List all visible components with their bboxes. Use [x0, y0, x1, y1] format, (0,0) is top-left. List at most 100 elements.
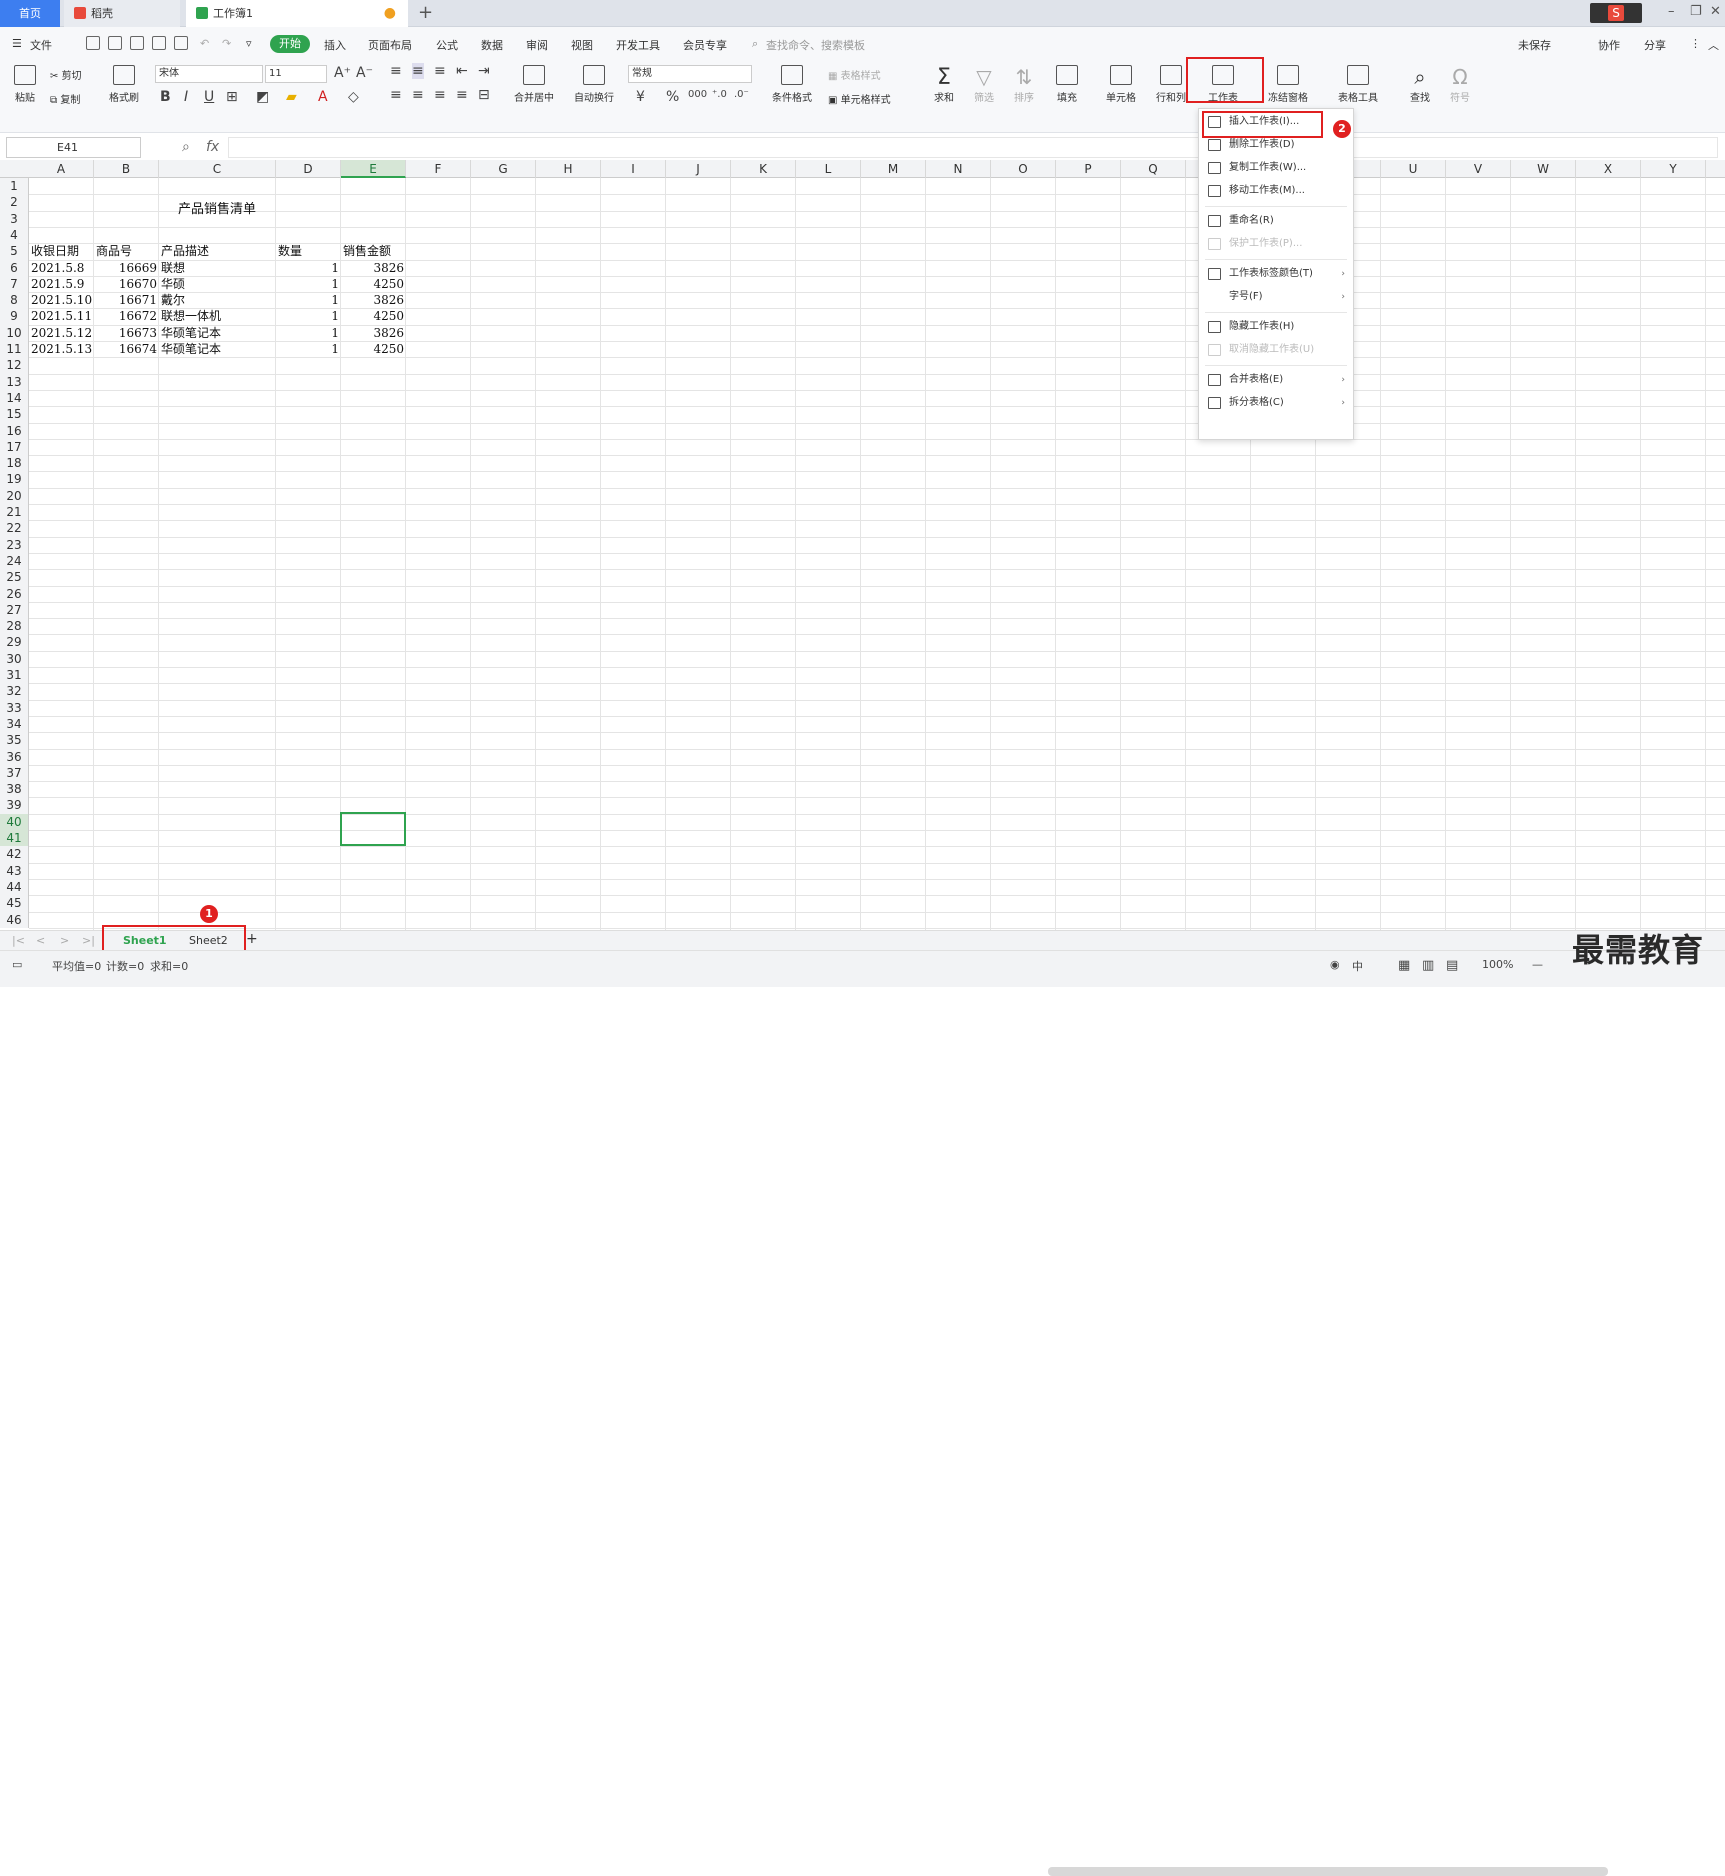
- ime-indicator[interactable]: 中: [1352, 958, 1363, 974]
- table-tools-button[interactable]: 表格工具: [1332, 65, 1384, 104]
- italic-icon[interactable]: I: [184, 89, 188, 105]
- cell-D6[interactable]: 1: [278, 260, 339, 276]
- currency-icon[interactable]: ¥: [636, 89, 645, 105]
- freeze-panes-button[interactable]: 冻结窗格: [1262, 65, 1314, 104]
- cell-A6[interactable]: 2021.5.8: [31, 260, 92, 276]
- cell-C9[interactable]: 联想一体机: [161, 308, 274, 324]
- cell-E8[interactable]: 3826: [343, 292, 404, 308]
- next-sheet-icon[interactable]: >: [60, 934, 69, 947]
- row-header-12[interactable]: 12: [0, 357, 28, 373]
- menu-item-4[interactable]: 重命名(R): [1199, 210, 1353, 232]
- cell-C11[interactable]: 华硕笔记本: [161, 341, 274, 357]
- export-icon[interactable]: [130, 36, 144, 50]
- merge-center-button[interactable]: 合并居中: [508, 65, 560, 104]
- find-button[interactable]: ⌕ 查找: [1404, 65, 1436, 104]
- row-header-5[interactable]: 5: [0, 243, 28, 259]
- cell-button[interactable]: 单元格: [1100, 65, 1142, 104]
- menu-item-10[interactable]: 合并表格(E) ›: [1199, 369, 1353, 391]
- column-header-W[interactable]: W: [1511, 160, 1576, 178]
- column-header-F[interactable]: F: [406, 160, 471, 178]
- selected-cell-E40-E41[interactable]: [340, 812, 406, 846]
- normal-view-icon[interactable]: ▦: [1398, 958, 1410, 973]
- row-header-37[interactable]: 37: [0, 765, 28, 781]
- column-header-B[interactable]: B: [94, 160, 159, 178]
- menu-dev-tools[interactable]: 开发工具: [616, 37, 660, 53]
- cell-D7[interactable]: 1: [278, 276, 339, 292]
- align-left-icon[interactable]: ≡: [390, 87, 402, 103]
- copy-button[interactable]: ⧉ 复制: [50, 91, 80, 106]
- conditional-format-button[interactable]: 条件格式: [766, 65, 818, 104]
- print-preview-icon[interactable]: [174, 36, 188, 50]
- row-header-33[interactable]: 33: [0, 700, 28, 716]
- row-header-35[interactable]: 35: [0, 732, 28, 748]
- cell-A11[interactable]: 2021.5.13: [31, 341, 92, 357]
- cell-B8[interactable]: 16671: [96, 292, 157, 308]
- font-name-select[interactable]: 宋体: [155, 65, 263, 83]
- cut-button[interactable]: ✂ 剪切: [50, 67, 82, 82]
- column-header-E[interactable]: E: [341, 160, 406, 178]
- save-icon[interactable]: [108, 36, 122, 50]
- table-style-button[interactable]: ▦ 表格样式: [828, 67, 881, 82]
- symbol-button[interactable]: Ω 符号: [1444, 65, 1476, 104]
- percent-icon[interactable]: %: [666, 89, 679, 105]
- row-header-46[interactable]: 46: [0, 912, 28, 928]
- column-header-D[interactable]: D: [276, 160, 341, 178]
- row-header-30[interactable]: 30: [0, 651, 28, 667]
- column-header-M[interactable]: M: [861, 160, 926, 178]
- align-bottom-icon[interactable]: ≡: [434, 63, 446, 79]
- cell-style-button[interactable]: ▣ 单元格样式: [828, 91, 891, 106]
- menu-member[interactable]: 会员专享: [683, 37, 727, 53]
- minimize-icon[interactable]: –: [1668, 4, 1675, 19]
- cell-E9[interactable]: 4250: [343, 308, 404, 324]
- cell-D9[interactable]: 1: [278, 308, 339, 324]
- column-header-L[interactable]: L: [796, 160, 861, 178]
- menu-item-11[interactable]: 拆分表格(C) ›: [1199, 392, 1353, 414]
- row-header-20[interactable]: 20: [0, 488, 28, 504]
- column-header-N[interactable]: N: [926, 160, 991, 178]
- column-header-O[interactable]: O: [991, 160, 1056, 178]
- increase-decimal-icon[interactable]: ⁺.0: [712, 89, 727, 100]
- menu-view[interactable]: 视图: [571, 37, 593, 53]
- row-header-4[interactable]: 4: [0, 227, 28, 243]
- row-header-31[interactable]: 31: [0, 667, 28, 683]
- column-header-V[interactable]: V: [1446, 160, 1511, 178]
- sum-button[interactable]: Σ 求和: [928, 65, 960, 104]
- distribute-icon[interactable]: ⊟: [478, 87, 490, 103]
- menu-item-2[interactable]: 复制工作表(W)...: [1199, 157, 1353, 179]
- menu-item-7[interactable]: 字号(F) ›: [1199, 286, 1353, 308]
- formula-input[interactable]: [228, 137, 1718, 158]
- row-header-7[interactable]: 7: [0, 276, 28, 292]
- horizontal-scrollbar[interactable]: [1048, 1867, 1608, 1876]
- row-header-38[interactable]: 38: [0, 781, 28, 797]
- row-header-10[interactable]: 10: [0, 325, 28, 341]
- cell-B9[interactable]: 16672: [96, 308, 157, 324]
- column-header-U[interactable]: U: [1381, 160, 1446, 178]
- font-color-icon[interactable]: A: [318, 89, 328, 105]
- more-icon[interactable]: ⋮: [1690, 37, 1701, 50]
- page-layout-view-icon[interactable]: ▥: [1422, 958, 1434, 973]
- row-header-40[interactable]: 40: [0, 813, 28, 830]
- font-size-select[interactable]: 11: [265, 65, 327, 83]
- row-header-21[interactable]: 21: [0, 504, 28, 520]
- highlight-icon[interactable]: ▰: [286, 89, 297, 105]
- column-header-I[interactable]: I: [601, 160, 666, 178]
- row-header-9[interactable]: 9: [0, 308, 28, 324]
- row-header-6[interactable]: 6: [0, 260, 28, 276]
- cell-E11[interactable]: 4250: [343, 341, 404, 357]
- column-header-X[interactable]: X: [1576, 160, 1641, 178]
- tab-daoke[interactable]: 稻壳: [64, 0, 180, 27]
- search-command-input[interactable]: 查找命令、搜索模板: [766, 37, 865, 53]
- paste-button[interactable]: 粘贴: [8, 65, 42, 104]
- wrap-text-button[interactable]: 自动换行: [568, 65, 620, 104]
- cell-A8[interactable]: 2021.5.10: [31, 292, 92, 308]
- wps-logo-icon[interactable]: S: [1590, 3, 1642, 23]
- first-sheet-icon[interactable]: |<: [12, 934, 25, 947]
- menu-file[interactable]: 文件: [30, 37, 52, 53]
- filter-button[interactable]: ▽ 筛选: [968, 65, 1000, 104]
- cell-C10[interactable]: 华硕笔记本: [161, 325, 274, 341]
- cell-E6[interactable]: 3826: [343, 260, 404, 276]
- row-header-18[interactable]: 18: [0, 455, 28, 471]
- add-sheet-icon[interactable]: +: [246, 931, 258, 947]
- cell-C5[interactable]: 产品描述: [161, 243, 274, 259]
- row-header-8[interactable]: 8: [0, 292, 28, 308]
